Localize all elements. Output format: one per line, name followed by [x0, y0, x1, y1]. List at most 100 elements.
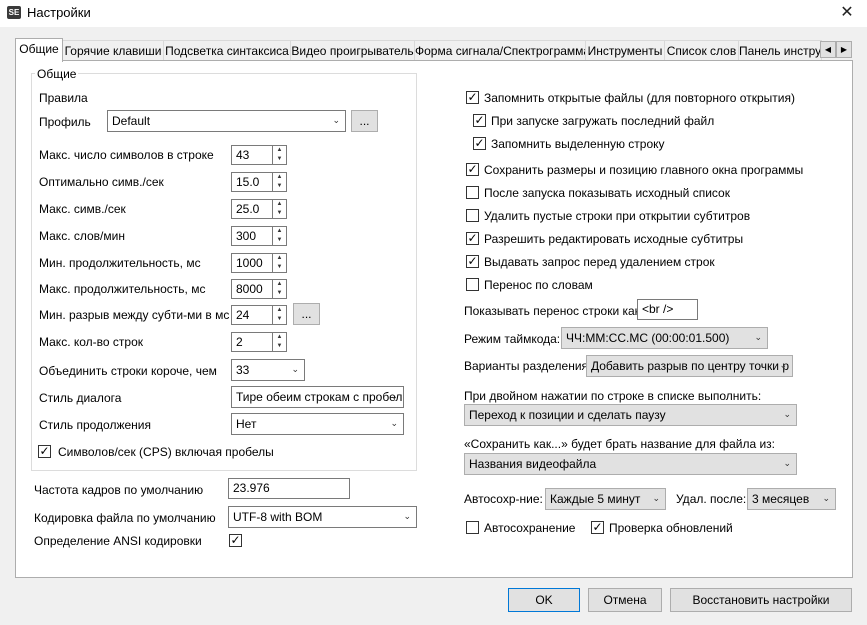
line-break-label: Показывать перенос строки как:: [464, 304, 644, 318]
remember-files-label: Запомнить открытые файлы (для повторного…: [484, 91, 795, 105]
check-updates-label: Проверка обновлений: [609, 521, 733, 535]
tab-word-lists[interactable]: Список слов: [664, 40, 739, 61]
encoding-label: Кодировка файла по умолчанию: [34, 511, 216, 525]
framerate-label: Частота кадров по умолчанию: [34, 483, 204, 497]
max-wpm-stepper[interactable]: ▲ ▼: [273, 226, 287, 246]
max-lines-stepper[interactable]: ▲ ▼: [273, 332, 287, 352]
split-label: Варианты разделения: [464, 359, 589, 373]
confirm-delete-checkbox[interactable]: ✓: [466, 255, 479, 268]
max-cps-stepper[interactable]: ▲ ▼: [273, 199, 287, 219]
tab-syntax-highlight[interactable]: Подсветка синтаксиса: [163, 40, 291, 61]
framerate-input[interactable]: 23.976: [228, 478, 350, 499]
title-bar: SE Настройки ✕: [0, 0, 867, 27]
tab-scroll-left-button[interactable]: ◀: [820, 41, 836, 58]
double-click-value: Переход к позиции и сделать паузу: [469, 408, 666, 422]
rules-label: Правила: [39, 91, 88, 105]
max-duration-stepper[interactable]: ▲ ▼: [273, 279, 287, 299]
save-as-dropdown[interactable]: Названия видеофайла ⌄: [464, 453, 797, 475]
min-gap-edit-button[interactable]: ...: [293, 303, 320, 325]
delete-after-value: 3 месяцев: [752, 492, 810, 506]
chevron-down-icon: ⌄: [779, 360, 787, 370]
optimal-cps-label: Оптимально симв./сек: [39, 175, 164, 189]
save-as-label: «Сохранить как...» будет брать название …: [464, 437, 775, 451]
profile-dropdown[interactable]: Default ⌄: [107, 110, 346, 132]
tab-general[interactable]: Общие: [15, 38, 63, 62]
delete-after-dropdown[interactable]: 3 месяцев ⌄: [747, 488, 836, 510]
delete-after-label: Удал. после:: [676, 492, 747, 506]
encoding-value: UTF-8 with BOM: [233, 510, 323, 524]
load-last-file-checkbox[interactable]: ✓: [473, 114, 486, 127]
autosave-checkbox[interactable]: [466, 521, 479, 534]
tab-hotkeys[interactable]: Горячие клавиши: [62, 40, 164, 61]
remember-line-label: Запомнить выделенную строку: [491, 137, 665, 151]
cps-spaces-checkbox[interactable]: ✓: [38, 445, 51, 458]
allow-edit-source-checkbox[interactable]: ✓: [466, 232, 479, 245]
continuation-style-dropdown[interactable]: Нет ⌄: [231, 413, 404, 435]
max-chars-label: Макс. число символов в строке: [39, 148, 214, 162]
timecode-value: ЧЧ:ММ:СС.МС (00:00:01.500): [566, 331, 730, 345]
merge-lines-label: Объединить строки короче, чем: [39, 364, 217, 378]
tab-scroll-right-button[interactable]: ▶: [836, 41, 852, 58]
optimal-cps-stepper[interactable]: ▲ ▼: [273, 172, 287, 192]
continuation-style-value: Нет: [236, 417, 257, 431]
chevron-down-icon: ⌄: [291, 364, 299, 374]
chevron-down-icon: ⌄: [783, 458, 791, 468]
line-break-input[interactable]: <br />: [637, 299, 698, 320]
double-click-label: При двойном нажатии по строке в списке в…: [464, 389, 762, 403]
allow-edit-source-label: Разрешить редактировать исходные субтитр…: [484, 232, 744, 246]
optimal-cps-input[interactable]: 15.0: [231, 172, 273, 192]
remove-empty-label: Удалить пустые строки при открытии субти…: [484, 209, 751, 223]
profile-value: Default: [112, 114, 151, 128]
remove-empty-checkbox[interactable]: [466, 209, 479, 222]
tab-tools[interactable]: Инструменты: [585, 40, 665, 61]
max-chars-stepper[interactable]: ▲ ▼: [273, 145, 287, 165]
chevron-down-icon: ⌄: [754, 332, 762, 342]
encoding-dropdown[interactable]: UTF-8 with BOM ⌄: [228, 506, 417, 528]
profile-label: Профиль: [39, 115, 91, 129]
app-icon: SE: [7, 6, 21, 19]
chevron-down-icon: ⌄: [390, 391, 398, 401]
restore-settings-button[interactable]: Восстановить настройки: [670, 588, 852, 612]
save-window-pos-checkbox[interactable]: ✓: [466, 163, 479, 176]
min-duration-input[interactable]: 1000: [231, 253, 273, 273]
max-cps-label: Макс. симв./сек: [39, 202, 126, 216]
autosave-interval-dropdown[interactable]: Каждые 5 минут ⌄: [545, 488, 666, 510]
max-chars-input[interactable]: 43: [231, 145, 273, 165]
max-wpm-input[interactable]: 300: [231, 226, 273, 246]
continuation-style-label: Стиль продолжения: [39, 418, 151, 432]
timecode-dropdown[interactable]: ЧЧ:ММ:СС.МС (00:00:01.500) ⌄: [561, 327, 768, 349]
tab-video-player[interactable]: Видео проигрыватель: [290, 40, 415, 61]
dialog-style-dropdown[interactable]: Тире обеим строкам с пробел ⌄: [231, 386, 404, 408]
min-duration-label: Мин. продолжительность, мс: [39, 256, 201, 270]
timecode-label: Режим таймкода:: [464, 332, 561, 346]
max-cps-input[interactable]: 25.0: [231, 199, 273, 219]
show-source-list-checkbox[interactable]: [466, 186, 479, 199]
dialog-style-value: Тире обеим строкам с пробел: [236, 390, 403, 404]
remember-files-checkbox[interactable]: ✓: [466, 91, 479, 104]
chevron-down-icon: ⌄: [390, 418, 398, 428]
check-updates-checkbox[interactable]: ✓: [591, 521, 604, 534]
word-wrap-checkbox[interactable]: [466, 278, 479, 291]
cancel-button[interactable]: Отмена: [588, 588, 662, 612]
chevron-down-icon: ⌄: [822, 493, 830, 503]
chevron-down-icon: ⌄: [783, 409, 791, 419]
remember-line-checkbox[interactable]: ✓: [473, 137, 486, 150]
min-gap-input[interactable]: 24: [231, 305, 273, 325]
ansi-detect-checkbox[interactable]: ✓: [229, 534, 242, 547]
max-lines-input[interactable]: 2: [231, 332, 273, 352]
min-gap-stepper[interactable]: ▲ ▼: [273, 305, 287, 325]
max-lines-label: Макс. кол-во строк: [39, 335, 143, 349]
tab-waveform[interactable]: Форма сигнала/Спектрограмма: [414, 40, 586, 61]
chevron-down-icon: ⌄: [652, 493, 660, 503]
split-dropdown[interactable]: Добавить разрыв по центру точки р ⌄: [586, 355, 793, 377]
group-title: Общие: [35, 67, 79, 81]
min-duration-stepper[interactable]: ▲ ▼: [273, 253, 287, 273]
merge-lines-dropdown[interactable]: 33 ⌄: [231, 359, 305, 381]
ok-button[interactable]: OK: [508, 588, 580, 612]
max-duration-input[interactable]: 8000: [231, 279, 273, 299]
confirm-delete-label: Выдавать запрос перед удалением строк: [484, 255, 715, 269]
tab-toolbar[interactable]: Панель инстру: [738, 40, 822, 61]
close-button[interactable]: ✕: [827, 0, 867, 27]
profile-edit-button[interactable]: ...: [351, 110, 378, 132]
double-click-dropdown[interactable]: Переход к позиции и сделать паузу ⌄: [464, 404, 797, 426]
